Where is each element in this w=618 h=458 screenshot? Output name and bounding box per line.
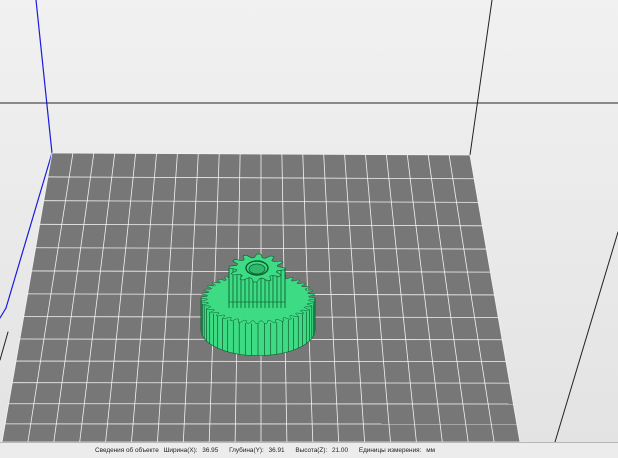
volume-right-front-edge [554, 231, 618, 442]
width-label: Ширина(X): [163, 447, 198, 454]
height-value: 21.00 [332, 447, 349, 454]
depth-label: Глубина(Y): [229, 447, 264, 454]
units-label: Единицы измерения: [358, 447, 422, 454]
3d-viewport[interactable] [0, 0, 618, 442]
volume-left-lower-bound [0, 331, 9, 361]
volume-right-back-edge [469, 0, 493, 156]
units-value: мм [426, 447, 435, 454]
depth-value: 36.91 [268, 447, 285, 454]
volume-left-back-edge [35, 0, 53, 154]
object-info-label: Сведения об объекте [95, 447, 159, 454]
width-value: 36.95 [202, 447, 219, 454]
grid-line [15, 360, 507, 363]
bore-hole-inner [248, 263, 266, 275]
height-label: Высота(Z): [295, 447, 328, 454]
volume-left-lower-edge [0, 307, 7, 319]
status-bar: Сведения об объекте Ширина(X): 36.95 Глу… [0, 442, 618, 458]
scene-canvas[interactable] [0, 0, 618, 442]
